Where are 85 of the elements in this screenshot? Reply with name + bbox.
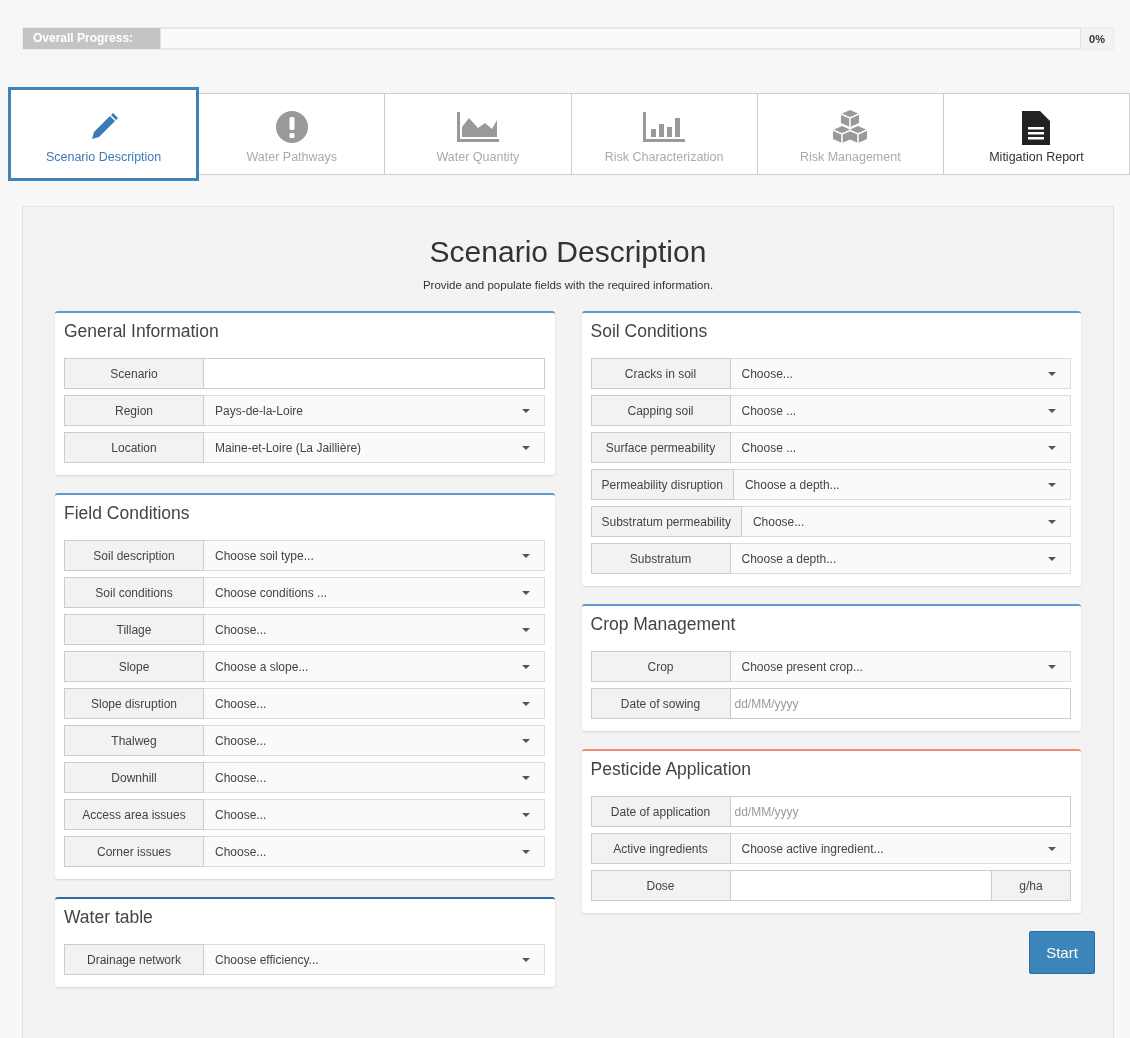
dropdown[interactable]: Choose a depth... xyxy=(733,469,1071,500)
caret-icon xyxy=(1048,519,1056,524)
field-label: Soil description xyxy=(64,540,204,571)
caret-icon xyxy=(1048,846,1056,851)
caret-icon xyxy=(521,849,530,854)
page-title: Scenario Description xyxy=(428,235,708,269)
field-label: Drainage network xyxy=(64,944,204,975)
caret-icon xyxy=(521,408,530,413)
caret-icon xyxy=(1048,445,1056,450)
field-label: Crop xyxy=(590,651,731,682)
card-title: Water table xyxy=(64,907,154,928)
progress-label: Overall Progress: xyxy=(23,28,160,49)
field-label: Cracks in soil xyxy=(590,358,731,389)
date-field[interactable]: dd/MM/yyyy xyxy=(730,796,1071,827)
field-label: Active ingredients xyxy=(590,833,731,864)
caret-icon xyxy=(1048,556,1056,561)
dropdown[interactable]: Choose... xyxy=(204,725,545,756)
cubes-icon xyxy=(832,109,869,146)
dropdown[interactable]: Choose... xyxy=(204,614,545,645)
field-label: Tillage xyxy=(64,614,204,645)
dropdown[interactable]: Choose... xyxy=(204,836,545,867)
field-label: Scenario xyxy=(64,358,204,389)
caret-icon xyxy=(1048,664,1056,669)
field-label: Access area issues xyxy=(64,799,204,830)
card-title: Field Conditions xyxy=(64,503,191,524)
dropdown[interactable]: Choose efficiency... xyxy=(204,944,545,975)
step-tab[interactable]: Mitigation Report xyxy=(943,93,1130,175)
dropdown[interactable]: Choose... xyxy=(741,506,1071,537)
field-label: Slope disruption xyxy=(64,688,204,719)
caret-icon xyxy=(521,775,530,780)
field-label: Slope xyxy=(64,651,204,682)
card-title: Soil Conditions xyxy=(590,321,709,342)
field-label: Surface permeability xyxy=(590,432,731,463)
dropdown[interactable]: Choose a depth... xyxy=(730,543,1071,574)
field-label: Permeability disruption xyxy=(590,469,734,500)
progress-percent: 0% xyxy=(1088,32,1106,45)
dropdown[interactable]: Choose... xyxy=(204,799,545,830)
dropdown[interactable]: Maine-et-Loire (La Jaillière) xyxy=(204,432,545,463)
caret-icon xyxy=(521,957,530,962)
field-label: Thalweg xyxy=(64,725,204,756)
unit-label: g/ha xyxy=(992,870,1071,901)
field-label: Date of sowing xyxy=(590,688,731,719)
field-label: Date of application xyxy=(590,796,731,827)
dropdown[interactable]: Choose active ingredient... xyxy=(730,833,1071,864)
dropdown[interactable]: Choose ... xyxy=(730,395,1071,426)
caret-icon xyxy=(521,664,530,669)
caret-icon xyxy=(1048,371,1056,376)
document-icon xyxy=(1020,109,1053,146)
dropdown[interactable]: Choose present crop... xyxy=(730,651,1071,682)
field-label: Corner issues xyxy=(64,836,204,867)
field-label: Capping soil xyxy=(590,395,731,426)
input-field[interactable] xyxy=(730,870,992,901)
caret-icon xyxy=(521,553,530,558)
page-subtitle: Provide and populate fields with the required information. xyxy=(421,279,715,291)
start-button[interactable]: Start xyxy=(1029,931,1095,974)
caret-icon xyxy=(521,812,530,817)
dropdown[interactable]: Choose conditions ... xyxy=(204,577,545,608)
field-label: Location xyxy=(64,432,204,463)
caret-icon xyxy=(521,445,530,450)
card-title: Crop Management xyxy=(590,614,737,635)
field-label: Substratum permeability xyxy=(590,506,742,537)
dropdown[interactable]: Choose soil type... xyxy=(204,540,545,571)
input-field[interactable] xyxy=(204,358,545,389)
card-title: Pesticide Application xyxy=(590,759,753,780)
dropdown[interactable]: Choose ... xyxy=(730,432,1071,463)
dropdown[interactable]: Choose a slope... xyxy=(204,651,545,682)
field-label: Downhill xyxy=(64,762,204,793)
dropdown[interactable]: Pays-de-la-Loire xyxy=(204,395,545,426)
caret-icon xyxy=(1048,482,1056,487)
exclamation-icon xyxy=(273,109,310,146)
step-tab[interactable]: Scenario Description xyxy=(8,87,200,181)
field-label: Region xyxy=(64,395,204,426)
caret-icon xyxy=(521,627,530,632)
field-label: Soil conditions xyxy=(64,577,204,608)
dropdown[interactable]: Choose... xyxy=(204,688,545,719)
caret-icon xyxy=(521,738,530,743)
date-field[interactable]: dd/MM/yyyy xyxy=(730,688,1071,719)
dropdown[interactable]: Choose... xyxy=(730,358,1071,389)
card-title: General Information xyxy=(64,321,220,342)
dropdown[interactable]: Choose... xyxy=(204,762,545,793)
caret-icon xyxy=(521,590,530,595)
field-label: Substratum xyxy=(590,543,731,574)
field-label: Dose xyxy=(590,870,731,901)
caret-icon xyxy=(521,701,530,706)
caret-icon xyxy=(1048,408,1056,413)
